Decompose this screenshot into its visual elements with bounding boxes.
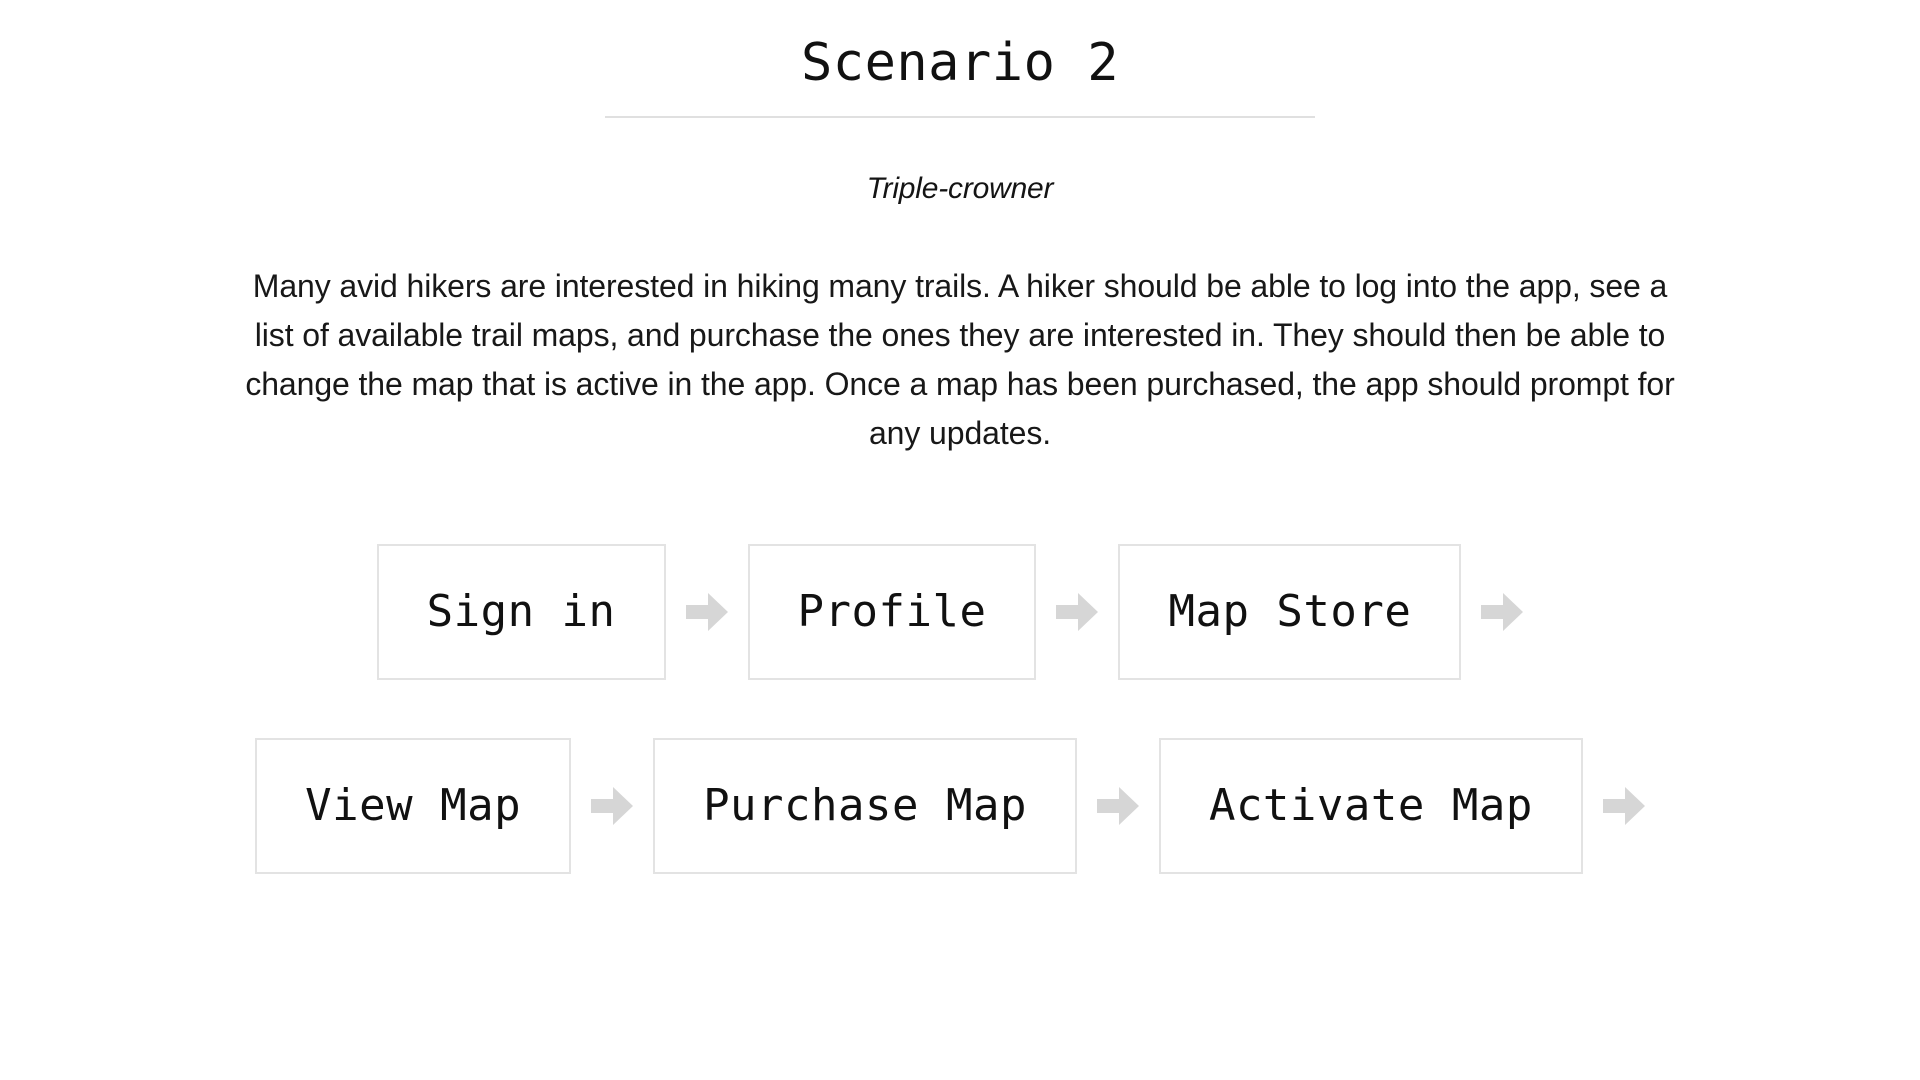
arrow-right-icon	[1461, 592, 1543, 631]
title-block: Scenario 2	[0, 0, 1920, 118]
arrow-right-icon	[1583, 786, 1665, 825]
scenario-page: Scenario 2 Triple-crowner Many avid hike…	[0, 0, 1920, 1080]
title-divider	[605, 115, 1315, 118]
flow-step-label: Activate Map	[1208, 779, 1533, 831]
flow-step-label: Sign in	[426, 585, 616, 637]
subtitle-block: Triple-crowner	[0, 172, 1920, 206]
arrow-right-icon	[1077, 786, 1159, 825]
flow-step-label: View Map	[305, 779, 522, 831]
flow-step-2[interactable]: Profile	[747, 543, 1037, 680]
flow-step-label: Map Store	[1168, 585, 1412, 637]
arrow-right-icon	[571, 786, 653, 825]
flow-step-label: Profile	[797, 585, 987, 637]
flow-step-label: Purchase Map	[703, 779, 1027, 831]
flow-step-1[interactable]: Sign in	[376, 543, 666, 680]
flow-step-5[interactable]: Purchase Map	[653, 737, 1077, 874]
flow-diagram: Sign in Profile Map Store View Map Purchase …	[235, 543, 1685, 874]
arrow-right-icon	[666, 592, 748, 631]
arrow-right-icon	[1036, 592, 1118, 631]
flow-step-6[interactable]: Activate Map	[1158, 737, 1583, 874]
flow-step-4[interactable]: View Map	[255, 737, 572, 874]
description-block: Many avid hikers are interested in hikin…	[240, 262, 1680, 458]
scenario-subtitle: Triple-crowner	[866, 171, 1054, 205]
scenario-description: Many avid hikers are interested in hikin…	[245, 267, 1675, 451]
flow-step-3[interactable]: Map Store	[1118, 543, 1462, 680]
page-title: Scenario 2	[800, 33, 1120, 93]
